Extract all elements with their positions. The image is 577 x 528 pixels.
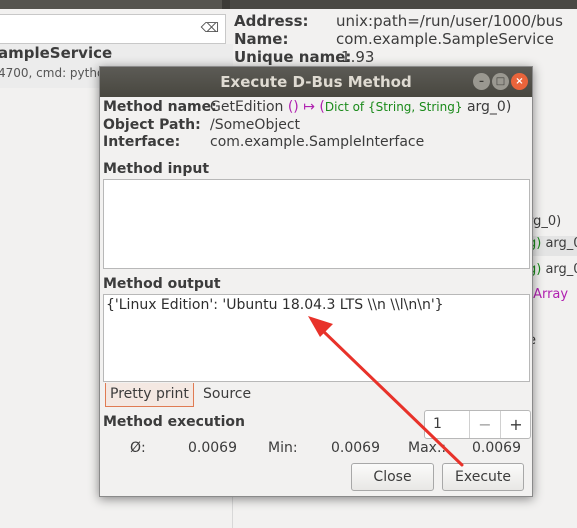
- close-window-icon[interactable]: ×: [511, 73, 528, 90]
- method-input-field[interactable]: [103, 179, 530, 269]
- interface-label: Interface:: [103, 134, 181, 150]
- object-path-label: Object Path:: [103, 117, 201, 133]
- min-value: 0.0069: [331, 440, 380, 456]
- tree-item[interactable]: (Array: [528, 287, 568, 302]
- method-output-field[interactable]: {'Linux Edition': 'Ubuntu 18.04.3 LTS \\…: [103, 294, 530, 382]
- increment-button[interactable]: +: [500, 411, 531, 438]
- close-button[interactable]: Close: [351, 463, 434, 491]
- method-output-label: Method output: [103, 276, 221, 292]
- background-tab: [0, 0, 222, 9]
- method-name-label: Method name:: [103, 99, 217, 115]
- method-input-label: Method input: [103, 161, 210, 177]
- return-arg: arg_0): [466, 99, 512, 115]
- execute-method-dialog: Execute D-Bus Method – □ × Method name: …: [99, 66, 533, 497]
- dialog-titlebar[interactable]: Execute D-Bus Method – □ ×: [100, 67, 532, 97]
- method-params: (): [287, 99, 299, 115]
- tree-item[interactable]: g) arg_0: [528, 262, 577, 277]
- unique-name-label: Unique name:: [234, 48, 352, 66]
- return-arrow-icon: ↦: [303, 99, 315, 115]
- clear-search-icon[interactable]: ⌫: [201, 21, 219, 36]
- execution-count-stepper[interactable]: 1 − +: [424, 410, 531, 439]
- max-label: Max.:: [408, 440, 447, 456]
- max-value: 0.0069: [472, 440, 521, 456]
- avg-value: 0.0069: [188, 440, 237, 456]
- method-signature: GetEdition () ↦ (Dict of {String, String…: [210, 99, 512, 115]
- address-label: Address:: [234, 12, 309, 30]
- name-value: com.example.SampleService: [336, 30, 554, 48]
- background-search-input[interactable]: ⌫: [0, 14, 226, 44]
- dialog-title: Execute D-Bus Method: [220, 73, 412, 91]
- min-label: Min:: [268, 440, 298, 456]
- method-name: GetEdition: [210, 99, 284, 115]
- unique-name-value: :1.93: [336, 48, 375, 66]
- execution-count-value[interactable]: 1: [433, 416, 442, 432]
- method-execution-label: Method execution: [103, 414, 245, 430]
- background-tab: [230, 0, 577, 9]
- background-top-bar: [0, 0, 577, 9]
- tab-pretty-print[interactable]: Pretty print: [105, 383, 194, 407]
- name-label: Name:: [234, 30, 289, 48]
- service-details: 4700, cmd: python: [0, 66, 112, 80]
- decrement-button[interactable]: −: [469, 411, 500, 438]
- tab-source[interactable]: Source: [199, 383, 255, 407]
- return-type: Dict of {String, String}: [324, 100, 463, 114]
- maximize-icon[interactable]: □: [492, 73, 509, 90]
- address-value: unix:path=/run/user/1000/bus: [336, 12, 563, 30]
- avg-label: Ø:: [130, 440, 146, 456]
- minimize-icon[interactable]: –: [473, 73, 490, 90]
- interface-value: com.example.SampleInterface: [210, 134, 425, 150]
- service-name: ampleService: [0, 44, 113, 62]
- object-path-value: /SomeObject: [210, 117, 301, 133]
- execute-button[interactable]: Execute: [442, 463, 524, 491]
